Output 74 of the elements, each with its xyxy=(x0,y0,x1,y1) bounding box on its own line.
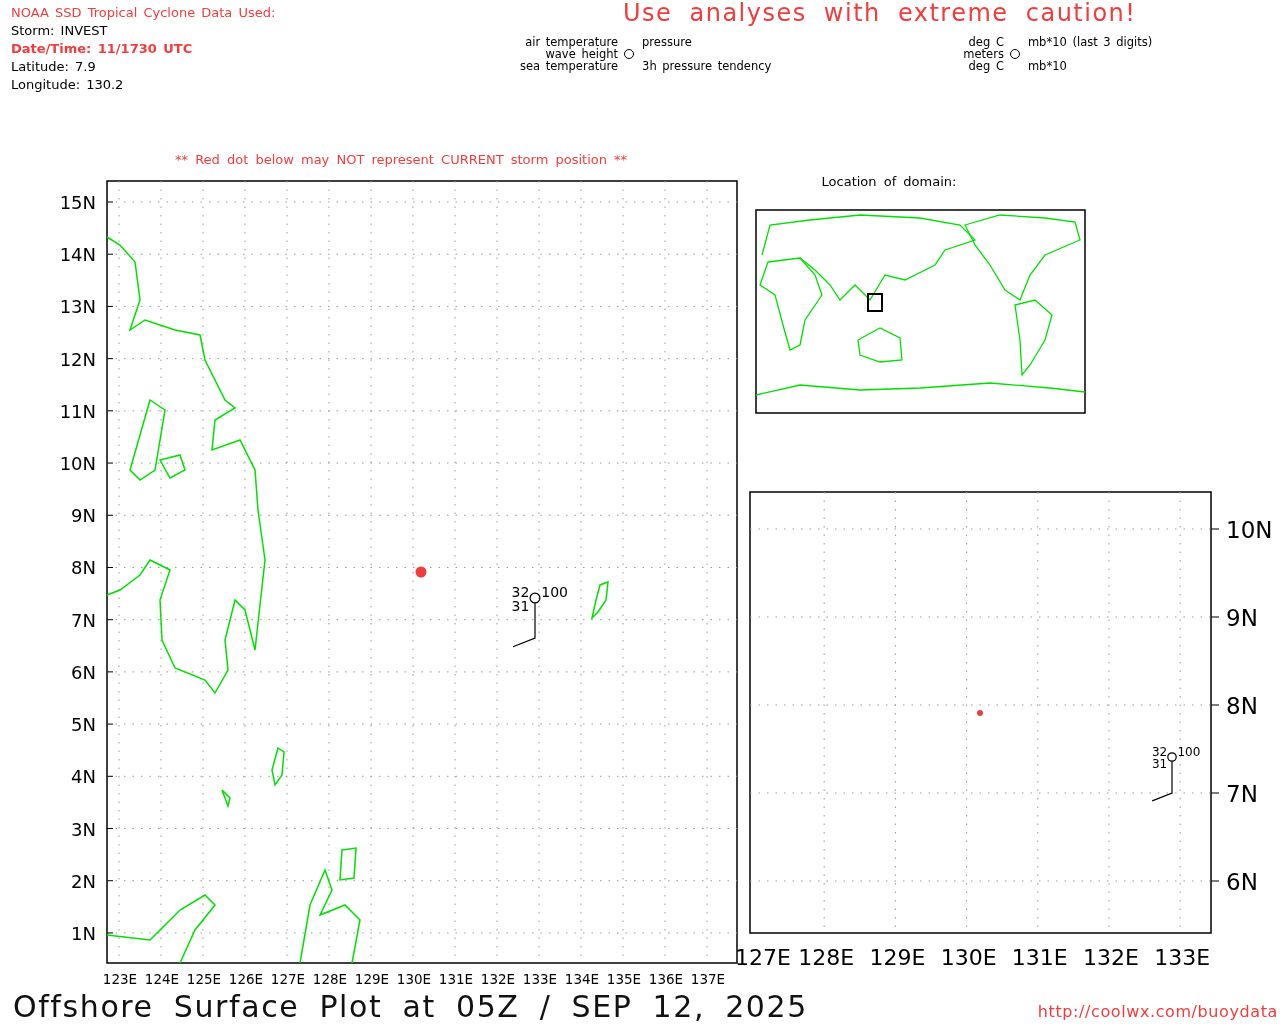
latitude-label: 10N xyxy=(59,453,96,475)
air-temperature-value: 32 xyxy=(511,583,530,600)
caution-warning: Use analyses with extreme caution! xyxy=(622,0,1138,26)
station-circle-icon xyxy=(1167,752,1177,762)
air-temperature-value: 32 xyxy=(1151,744,1168,759)
longitude-label: 134E xyxy=(564,971,600,987)
legend-label: air temperature xyxy=(524,36,619,48)
legend-label: deg C xyxy=(968,36,1004,48)
sea-temperature-value: 31 xyxy=(511,598,530,615)
domain-map-title: Location of domain: xyxy=(821,174,957,189)
latitude-text: Latitude: 7.9 xyxy=(11,58,97,76)
longitude-label: 127E xyxy=(270,971,306,987)
longitude-label: 129E xyxy=(354,971,390,987)
longitude-label: 131E xyxy=(438,971,474,987)
longitude-label: 126E xyxy=(228,971,264,987)
latitude-label: 1N xyxy=(71,922,96,944)
latitude-label: 6N xyxy=(71,661,96,683)
latitude-label: 11N xyxy=(59,400,96,422)
legend-label: 3h pressure tendency xyxy=(642,60,772,72)
longitude-label: 131E xyxy=(1011,945,1068,970)
latitude-label: 8N xyxy=(71,557,96,579)
longitude-label: 128E xyxy=(312,971,348,987)
latitude-label: 15N xyxy=(59,192,96,213)
legend-label: pressure xyxy=(642,36,693,48)
latitude-label: 6N xyxy=(1226,869,1258,895)
legend-label: mb*10 (last 3 digits) xyxy=(1027,36,1153,48)
longitude-label: 133E xyxy=(1154,945,1211,970)
longitude-label: 129E xyxy=(869,945,926,970)
latitude-label: 9N xyxy=(1226,605,1258,631)
longitude-label: 130E xyxy=(940,945,997,970)
longitude-label: 132E xyxy=(480,971,516,987)
legend-label: sea temperature xyxy=(520,60,619,72)
longitude-label: 128E xyxy=(798,945,855,970)
legend-label: deg C xyxy=(967,60,1004,72)
plot-title: Offshore Surface Plot at 05Z / SEP 12, 2025 xyxy=(13,990,808,1024)
website-url: http://coolwx.com/buoydata xyxy=(1037,1001,1278,1023)
latitude-label: 3N xyxy=(71,818,96,840)
pressure-value: 100 xyxy=(1177,744,1201,759)
wind-barb-icon xyxy=(512,602,536,648)
station-circle-icon xyxy=(529,592,541,604)
legend-label: mb*10 xyxy=(1027,60,1068,72)
longitude-text: Longitude: 130.2 xyxy=(11,76,125,94)
storm-position-dot xyxy=(977,710,983,716)
latitude-label: 9N xyxy=(71,505,96,527)
data-source-title: NOAA SSD Tropical Cyclone Data Used: xyxy=(11,4,277,22)
longitude-label: 123E xyxy=(102,971,138,987)
latitude-label: 14N xyxy=(59,244,96,266)
longitude-label: 135E xyxy=(606,971,642,987)
storm-position-dot xyxy=(415,566,427,578)
longitude-label: 137E xyxy=(690,971,726,987)
latitude-label: 5N xyxy=(71,714,96,736)
domain-box-icon xyxy=(867,293,883,312)
latitude-label: 7N xyxy=(71,609,96,631)
longitude-label: 124E xyxy=(144,971,180,987)
latitude-label: 12N xyxy=(59,348,96,370)
longitude-label: 133E xyxy=(522,971,558,987)
latitude-label: 8N xyxy=(1226,693,1258,719)
legend-label: meters xyxy=(963,48,1004,60)
longitude-label: 125E xyxy=(186,971,222,987)
latitude-label: 13N xyxy=(59,296,96,318)
latitude-label: 4N xyxy=(71,766,96,788)
latitude-label: 2N xyxy=(71,870,96,892)
date-time: Date/Time: 11/1730 UTC xyxy=(11,40,194,58)
pressure-value: 100 xyxy=(541,583,569,600)
wind-barb-icon xyxy=(1151,760,1173,802)
sea-temperature-value: 31 xyxy=(1151,757,1168,772)
longitude-label: 136E xyxy=(648,971,684,987)
storm-position-note: ** Red dot below may NOT represent CURRENT storm position ** xyxy=(175,152,628,167)
latitude-label: 10N xyxy=(1226,517,1273,543)
longitude-label: 130E xyxy=(396,971,432,987)
storm-name: Storm: INVEST xyxy=(11,22,109,40)
legend-label: wave height xyxy=(544,48,619,60)
longitude-label: 132E xyxy=(1083,945,1139,970)
latitude-label: 7N xyxy=(1226,781,1258,807)
